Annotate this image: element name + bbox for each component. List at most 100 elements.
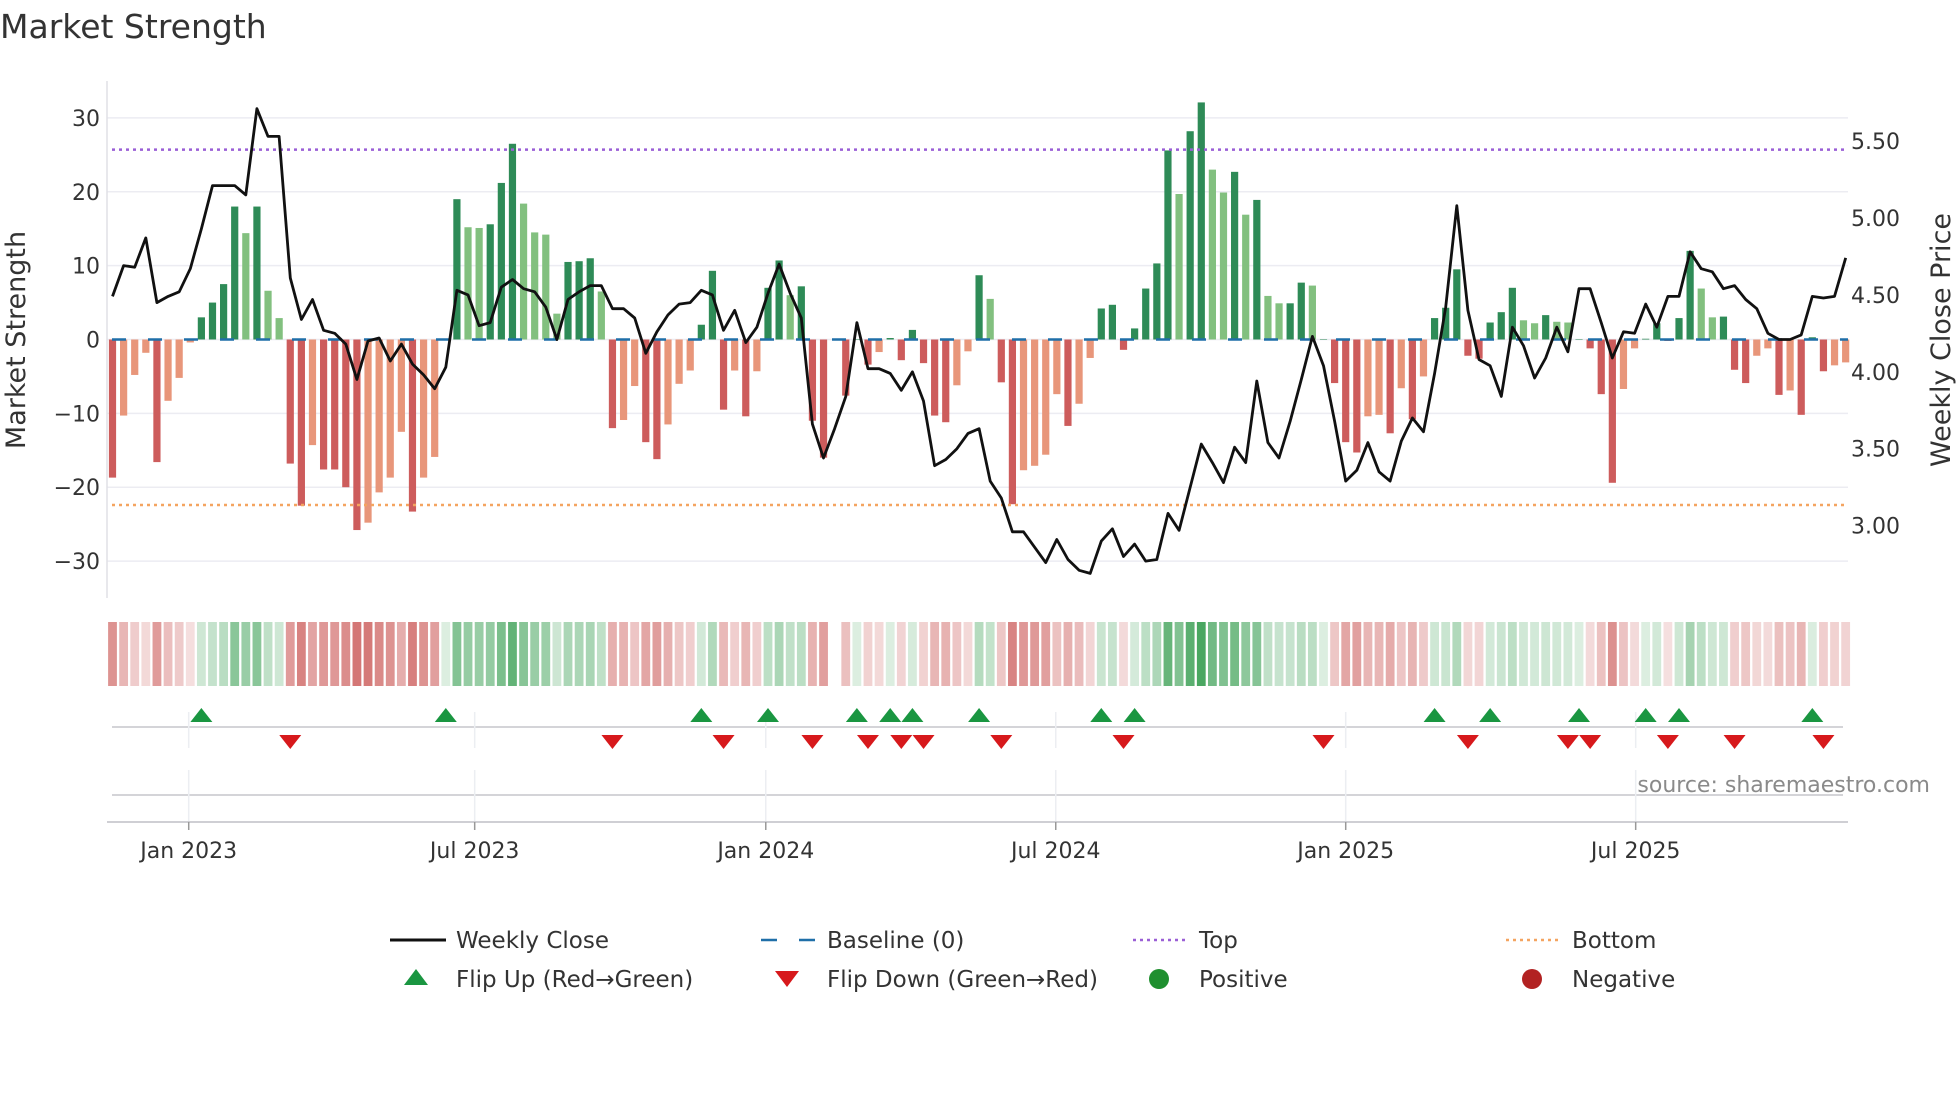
- strength-bar: [453, 199, 461, 340]
- heat-cell: [852, 622, 862, 686]
- strength-bar: [1819, 339, 1828, 372]
- strength-bar: [1630, 339, 1639, 349]
- strength-bar: [1242, 214, 1250, 340]
- heat-cell: [719, 622, 728, 686]
- heat-cell: [219, 622, 228, 686]
- heat-cell: [819, 622, 828, 686]
- heat-cell: [1374, 622, 1384, 686]
- strength-bar: [1031, 339, 1039, 466]
- y-tick-label: 20: [72, 181, 100, 206]
- heat-cell: [1163, 622, 1173, 686]
- legend-item: Baseline (0): [761, 928, 964, 954]
- strength-bar: [1408, 339, 1416, 420]
- heat-cell: [1630, 622, 1639, 686]
- strength-bar: [497, 182, 505, 340]
- x-tick-label: Jan 2025: [1295, 839, 1394, 864]
- heat-cell: [1785, 622, 1795, 686]
- y-tick-label: 10: [72, 255, 100, 280]
- heat-cell: [752, 622, 762, 686]
- heat-cell: [630, 622, 640, 686]
- flip-up-marker: [690, 708, 713, 722]
- strength-bar: [1586, 339, 1594, 349]
- x-tick-label: Jan 2024: [715, 839, 814, 864]
- strength-bar: [1642, 338, 1650, 340]
- strength-bar: [1519, 320, 1528, 340]
- strength-bar: [886, 338, 894, 340]
- strength-bar: [197, 317, 205, 340]
- strength-bar: [431, 339, 439, 457]
- strength-bar: [1286, 303, 1294, 340]
- heat-cell: [485, 622, 495, 686]
- heat-cell: [1619, 622, 1628, 686]
- heat-cell: [796, 622, 806, 686]
- strength-bar: [1086, 339, 1094, 358]
- x-tick-label: Jan 2023: [138, 839, 237, 864]
- strength-bar: [897, 339, 905, 361]
- strength-bar: [1331, 339, 1339, 384]
- strength-bar: [975, 275, 983, 340]
- heat-cell: [674, 622, 684, 686]
- heat-cell: [1241, 622, 1251, 686]
- flip-down-marker: [890, 735, 913, 749]
- strength-bar: [1297, 282, 1305, 340]
- heat-cell: [996, 622, 1006, 686]
- heat-cell: [608, 622, 617, 686]
- strength-bar: [1197, 102, 1205, 340]
- heat-cell: [130, 622, 140, 686]
- heat-cell: [1552, 622, 1562, 686]
- y-tick-label: −20: [54, 476, 100, 501]
- heat-cell: [774, 622, 784, 686]
- strength-bar: [719, 339, 728, 410]
- heat-cell: [1307, 622, 1317, 686]
- heat-cell: [1219, 622, 1228, 686]
- heat-cell: [1130, 622, 1140, 686]
- heat-cell: [1341, 622, 1351, 686]
- flip-down-marker: [1456, 735, 1479, 749]
- strength-bar: [142, 339, 150, 353]
- heat-cell: [1296, 622, 1306, 686]
- heat-cell: [1774, 622, 1784, 686]
- flip-down-marker: [601, 735, 624, 749]
- strength-bar: [375, 339, 383, 493]
- heat-cell: [308, 622, 317, 686]
- strength-bar: [1786, 339, 1794, 391]
- strength-bar: [908, 329, 917, 340]
- heat-cell: [1796, 622, 1806, 686]
- heat-cell: [1407, 622, 1417, 686]
- strength-bar: [753, 339, 761, 372]
- heat-cell: [519, 622, 528, 686]
- heat-cell: [1474, 622, 1484, 686]
- heat-cell: [1019, 622, 1028, 686]
- heat-cell: [1463, 622, 1473, 686]
- heat-cell: [1563, 622, 1573, 686]
- strength-bar: [1364, 339, 1372, 417]
- heat-cell: [396, 622, 406, 686]
- flip-down-marker: [279, 735, 302, 749]
- strength-bar: [364, 339, 372, 523]
- strength-bar: [1108, 304, 1116, 340]
- flip-up-marker: [190, 708, 213, 722]
- heat-cell: [1319, 622, 1328, 686]
- strength-bar: [1186, 131, 1194, 340]
- strength-bar: [1730, 339, 1739, 370]
- strength-bar: [1597, 339, 1605, 395]
- heat-cell: [241, 622, 251, 686]
- strength-bar: [1164, 150, 1172, 340]
- heat-cell: [363, 622, 373, 686]
- y2-tick-label: 5.50: [1851, 130, 1900, 155]
- heat-cell: [1485, 622, 1495, 686]
- heat-cell: [708, 622, 717, 686]
- strength-bar: [397, 339, 405, 432]
- triangle-down-icon: [775, 971, 799, 987]
- heat-cell: [174, 622, 184, 686]
- heat-cell: [1274, 622, 1284, 686]
- heat-cell: [1330, 622, 1339, 686]
- legend-label: Bottom: [1572, 928, 1656, 954]
- heat-cell: [696, 622, 706, 686]
- strength-bar: [1208, 169, 1216, 340]
- flip-down-marker: [1656, 735, 1679, 749]
- flip-up-marker: [1801, 708, 1824, 722]
- strength-bar: [953, 339, 961, 386]
- heat-cell: [1363, 622, 1373, 686]
- heat-cell: [341, 622, 351, 686]
